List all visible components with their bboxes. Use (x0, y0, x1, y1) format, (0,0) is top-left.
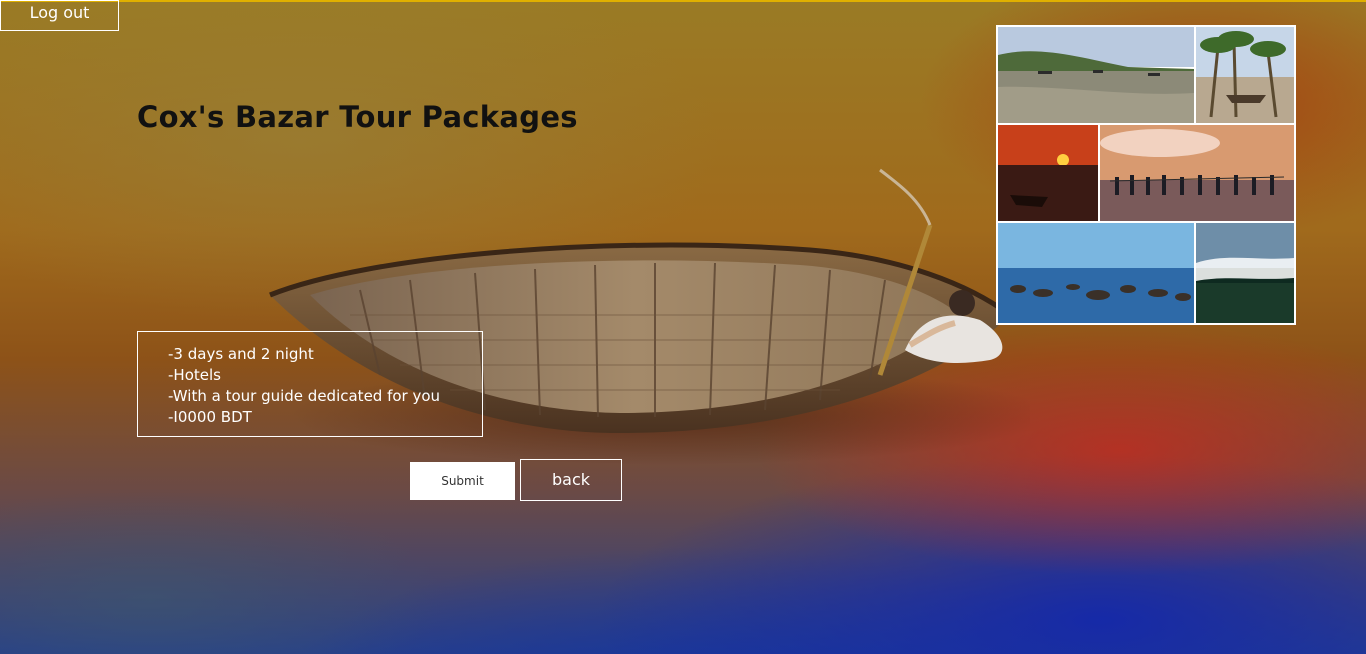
beach-photo (998, 27, 1194, 123)
back-button[interactable]: back (520, 459, 622, 501)
rocky-shore-photo (998, 223, 1194, 323)
logout-button[interactable]: Log out (0, 0, 119, 31)
package-detail-hotels: -Hotels (168, 366, 221, 384)
submit-button[interactable]: Submit (410, 462, 515, 500)
package-detail-price: -I0000 BDT (168, 408, 252, 426)
package-detail-duration: -3 days and 2 night (168, 345, 314, 363)
sky-reflection-photo (1196, 223, 1294, 323)
palm-boat-photo (1196, 27, 1294, 123)
top-border (0, 0, 1366, 2)
package-details-box: -3 days and 2 night -Hotels -With a tour… (137, 331, 483, 437)
sunset-boat-photo (998, 125, 1098, 221)
fishermen-photo (1100, 125, 1294, 221)
photo-collage (996, 25, 1296, 325)
package-detail-guide: -With a tour guide dedicated for you (168, 387, 441, 405)
page-title: Cox's Bazar Tour Packages (137, 100, 578, 134)
